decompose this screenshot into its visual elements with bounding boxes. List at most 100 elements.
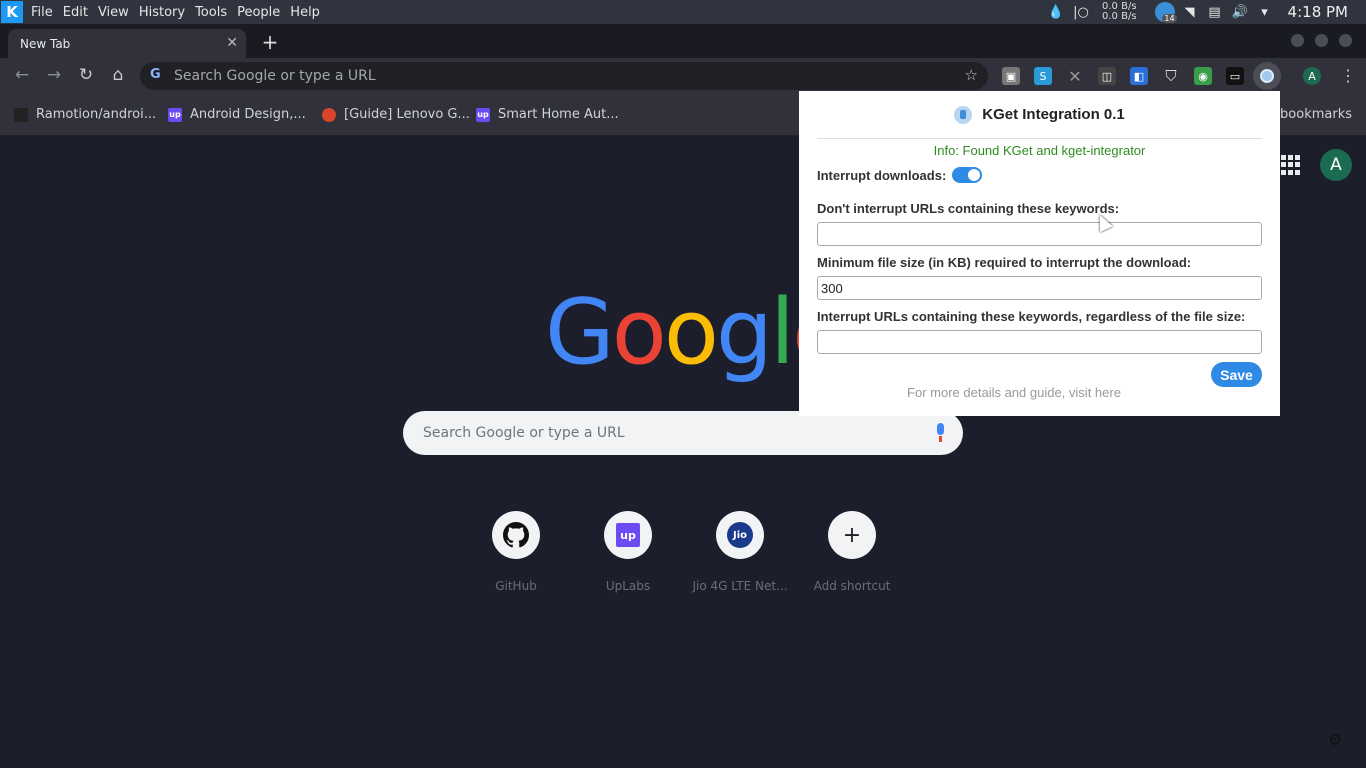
menu-view[interactable]: View — [98, 5, 137, 20]
extension-red-icon[interactable]: ◧ — [1130, 67, 1148, 85]
interrupt-row: Interrupt downloads: — [817, 167, 1262, 183]
uplabs-favicon-icon: up — [476, 107, 490, 122]
address-bar[interactable]: G Search Google or type a URL ☆ — [140, 62, 988, 90]
shortcut-label: Jio 4G LTE Net... — [692, 579, 788, 593]
xda-favicon-icon — [322, 107, 336, 122]
ntp-search-placeholder: Search Google or type a URL — [423, 425, 625, 441]
notification-avatar-icon[interactable]: 14 — [1154, 0, 1177, 24]
bookmark-item[interactable]: up Smart Home Aut... — [476, 107, 619, 122]
bookmark-label: Smart Home Aut... — [498, 107, 619, 122]
menu-tools[interactable]: Tools — [195, 5, 235, 20]
shortcut-tile[interactable]: GitHub — [460, 511, 572, 593]
close-window-button[interactable] — [1339, 34, 1352, 47]
menu-history[interactable]: History — [139, 5, 193, 20]
extension-keyboard-icon[interactable]: ▭ — [1226, 67, 1244, 85]
tab-strip: New Tab ✕ + — [0, 24, 1366, 58]
menu-edit[interactable]: Edit — [63, 5, 96, 20]
jio-glyph: Jio — [727, 522, 753, 548]
extension-color-icon[interactable]: ◉ — [1194, 67, 1212, 85]
tray-expand-icon[interactable]: ▾ — [1254, 0, 1276, 24]
kde-top-panel: K File Edit View History Tools People He… — [0, 0, 1366, 24]
bookmark-label: Ramotion/androi... — [36, 107, 157, 122]
shortcut-tile[interactable]: Jio Jio 4G LTE Net... — [684, 511, 796, 593]
close-tab-icon[interactable]: ✕ — [226, 35, 238, 51]
shortcut-label: Add shortcut — [813, 579, 891, 593]
extension-briefcase-icon[interactable]: ▣ — [1002, 67, 1020, 85]
interrupt-label: Interrupt downloads: — [817, 167, 947, 183]
menu-file[interactable]: File — [31, 5, 61, 20]
new-tab-icon[interactable]: + — [260, 30, 280, 54]
tab-new-tab[interactable]: New Tab ✕ — [8, 29, 246, 58]
wifi-icon[interactable]: ◥ — [1179, 0, 1201, 24]
bookmark-star-icon[interactable]: ☆ — [965, 66, 978, 84]
kget-extension-icon[interactable] — [1253, 62, 1281, 90]
menu-help[interactable]: Help — [290, 5, 328, 20]
extension-x-icon[interactable]: ✕ — [1066, 67, 1084, 86]
customize-gear-icon[interactable]: ⚙ — [1328, 730, 1342, 749]
extension-copy-icon[interactable]: ◫ — [1098, 67, 1116, 85]
network-speed: 0.0 B/s 0.0 B/s — [1102, 2, 1137, 22]
reload-icon[interactable]: ↻ — [75, 65, 97, 85]
uplabs-icon: up — [604, 511, 652, 559]
force-keywords-input[interactable] — [817, 330, 1262, 354]
app-menubar: File Edit View History Tools People Help — [31, 5, 330, 20]
shortcut-label: GitHub — [495, 579, 537, 593]
more-menu-icon[interactable]: ⋮ — [1340, 66, 1356, 85]
google-g-icon: G — [150, 67, 161, 82]
kget-logo-icon — [954, 105, 973, 124]
exclude-keywords-label: Don't interrupt URLs containing these ke… — [817, 201, 1120, 216]
save-button[interactable]: Save — [1211, 362, 1262, 387]
back-icon[interactable]: ← — [11, 65, 33, 85]
popup-title: KGet Integration 0.1 — [982, 106, 1125, 123]
force-keywords-label: Interrupt URLs containing these keywords… — [817, 309, 1246, 324]
plus-glyph: + — [842, 522, 862, 548]
status-info: Info: Found KGet and kget-integrator — [933, 143, 1146, 158]
tab-title: New Tab — [20, 36, 71, 51]
maximize-button[interactable] — [1315, 34, 1328, 47]
kget-popup: KGet Integration 0.1 Info: Found KGet an… — [799, 91, 1280, 416]
ntp-search-box[interactable]: Search Google or type a URL — [403, 411, 963, 455]
bookmark-item[interactable]: up Android Design,... — [168, 107, 306, 122]
clock[interactable]: 4:18 PM — [1288, 3, 1348, 21]
bookmark-item[interactable]: Ramotion/androi... — [14, 107, 156, 122]
interrupt-toggle[interactable] — [952, 167, 983, 183]
minimize-button[interactable] — [1291, 34, 1304, 47]
add-shortcut-tile[interactable]: + Add shortcut — [796, 511, 908, 593]
plus-icon: + — [828, 511, 876, 559]
bookmark-label: [Guide] Lenovo G... — [344, 107, 470, 122]
system-tray: 💧 |○ 0.0 B/s 0.0 B/s 14 ◥ ▤ 🔊 ▾ 4:18 PM — [1042, 0, 1366, 24]
kde-launcher-icon[interactable]: K — [1, 1, 23, 23]
window-controls — [1280, 34, 1352, 47]
jio-icon: Jio — [716, 511, 764, 559]
extension-shield-icon[interactable]: ⛉ — [1162, 67, 1180, 85]
shortcut-tile[interactable]: up UpLabs — [572, 511, 684, 593]
other-bookmarks[interactable]: bookmarks — [1280, 107, 1352, 122]
shortcut-label: UpLabs — [605, 579, 651, 593]
browser-toolbar: ← → ↻ ⌂ G Search Google or type a URL ☆ … — [0, 58, 1366, 94]
address-bar-placeholder: Search Google or type a URL — [174, 68, 376, 84]
min-size-input[interactable] — [817, 276, 1262, 300]
drop-icon[interactable]: 💧 — [1045, 0, 1067, 24]
exclude-keywords-input[interactable] — [817, 222, 1262, 246]
home-icon[interactable]: ⌂ — [107, 65, 129, 85]
google-apps-icon[interactable] — [1281, 155, 1301, 175]
bookmark-label: Android Design,... — [190, 107, 306, 122]
github-icon — [492, 511, 540, 559]
extension-s-icon[interactable]: S — [1034, 67, 1052, 85]
uplabs-favicon-icon: up — [168, 107, 182, 122]
forward-icon[interactable]: → — [43, 65, 65, 85]
volume-icon[interactable]: 🔊 — [1229, 0, 1251, 24]
net-download: 0.0 B/s — [1102, 11, 1137, 22]
bookmark-item[interactable]: [Guide] Lenovo G... — [322, 107, 470, 122]
more-details-link[interactable]: For more details and guide, visit here — [799, 385, 1229, 400]
account-avatar[interactable]: A — [1320, 149, 1352, 181]
clipboard-icon[interactable]: ▤ — [1204, 0, 1226, 24]
popup-header: KGet Integration 0.1 — [817, 91, 1262, 139]
activity-icon[interactable]: |○ — [1070, 0, 1092, 24]
notification-count: 14 — [1162, 14, 1177, 23]
uplabs-glyph: up — [616, 523, 640, 547]
min-size-label: Minimum file size (in KB) required to in… — [817, 255, 1192, 270]
voice-search-icon[interactable] — [935, 423, 945, 443]
menu-people[interactable]: People — [237, 5, 288, 20]
profile-avatar-small[interactable]: A — [1303, 67, 1321, 85]
